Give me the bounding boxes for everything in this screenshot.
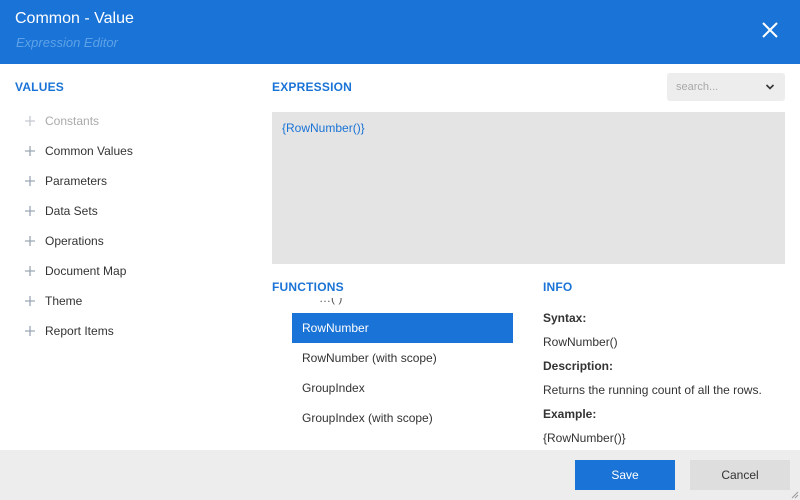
values-item-label: Theme	[45, 294, 83, 308]
values-item-data-sets[interactable]: Data Sets	[24, 196, 254, 226]
values-item-constants: Constants	[24, 106, 254, 136]
values-item-report-items[interactable]: Report Items	[24, 316, 254, 346]
values-item-theme[interactable]: Theme	[24, 286, 254, 316]
expression-editor[interactable]: {RowNumber()}	[272, 112, 785, 264]
values-item-label: Data Sets	[45, 204, 98, 218]
plus-icon	[25, 326, 35, 336]
search-input[interactable]	[667, 73, 767, 101]
plus-icon	[25, 206, 35, 216]
plus-icon	[25, 266, 35, 276]
plus-icon	[25, 236, 35, 246]
function-item-partial: …( )	[319, 298, 343, 305]
function-item-groupindex[interactable]: GroupIndex	[292, 373, 513, 403]
expression-heading: EXPRESSION	[272, 80, 353, 94]
search-box[interactable]	[667, 73, 785, 101]
values-item-label: Operations	[45, 234, 104, 248]
dialog-header: Common - Value Expression Editor	[0, 0, 800, 64]
plus-icon	[25, 176, 35, 186]
info-example-label: Example:	[543, 407, 597, 421]
function-item-rownumber[interactable]: RowNumber	[292, 313, 513, 343]
values-item-document-map[interactable]: Document Map	[24, 256, 254, 286]
values-item-label: Document Map	[45, 264, 127, 278]
expression-text: {RowNumber()}	[282, 121, 365, 135]
info-syntax: RowNumber()	[543, 335, 618, 349]
dialog-footer	[0, 450, 800, 500]
dialog-title: Common - Value	[15, 10, 134, 27]
values-item-label: Report Items	[45, 324, 114, 338]
save-button[interactable]: Save	[575, 460, 675, 490]
dialog-subtitle: Expression Editor	[16, 35, 118, 50]
functions-list: …( ) RowNumber RowNumber (with scope) Gr…	[292, 298, 514, 448]
info-description-label: Description:	[543, 359, 614, 373]
values-item-common-values[interactable]: Common Values	[24, 136, 254, 166]
values-item-label: Common Values	[45, 144, 133, 158]
info-heading: INFO	[543, 280, 573, 294]
close-icon[interactable]	[758, 18, 782, 42]
plus-icon	[25, 116, 35, 126]
values-item-label: Parameters	[45, 174, 108, 188]
plus-icon	[25, 146, 35, 156]
values-item-parameters[interactable]: Parameters	[24, 166, 254, 196]
values-item-operations[interactable]: Operations	[24, 226, 254, 256]
info-description: Returns the running count of all the row…	[543, 383, 762, 397]
values-tree: Constants Common Values Parameters Data …	[24, 106, 254, 346]
functions-heading: FUNCTIONS	[272, 280, 344, 294]
function-item-rownumber-scope[interactable]: RowNumber (with scope)	[292, 343, 513, 373]
function-item-groupindex-scope[interactable]: GroupIndex (with scope)	[292, 403, 513, 433]
values-heading: VALUES	[15, 80, 64, 94]
cancel-button[interactable]: Cancel	[690, 460, 790, 490]
values-item-label: Constants	[45, 114, 100, 128]
chevron-down-icon[interactable]	[765, 82, 775, 92]
resize-grip-icon[interactable]	[789, 489, 799, 499]
info-panel: Syntax: RowNumber() Description: Returns…	[543, 306, 793, 450]
info-example: {RowNumber()}	[543, 431, 626, 445]
plus-icon	[25, 296, 35, 306]
info-syntax-label: Syntax:	[543, 311, 587, 325]
